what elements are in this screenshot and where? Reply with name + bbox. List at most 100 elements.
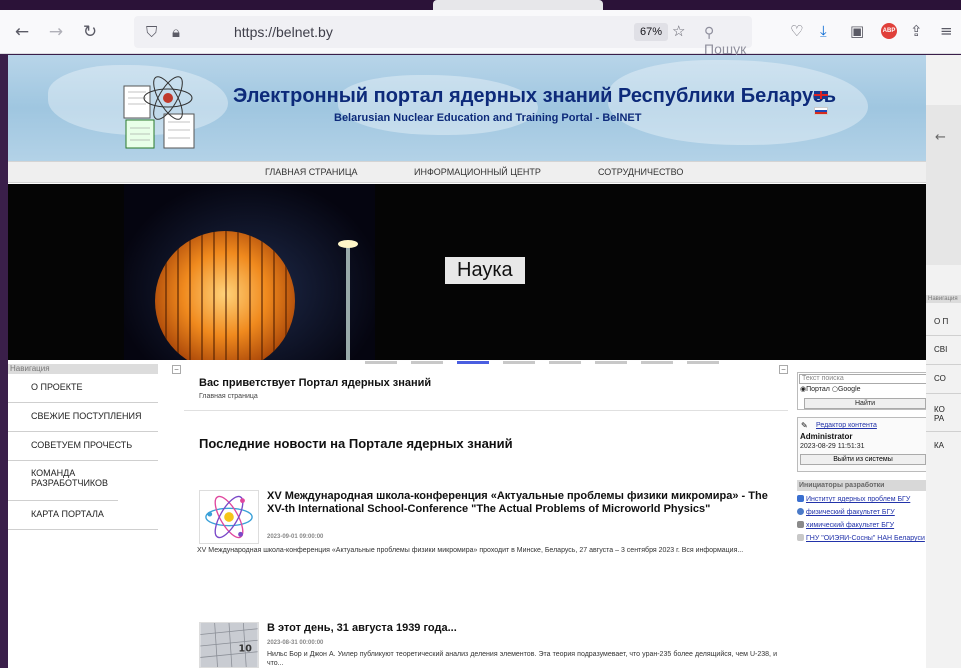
browser-tab[interactable] bbox=[433, 0, 603, 10]
news-title[interactable]: XV Международная школа-конференция «Акту… bbox=[267, 490, 777, 516]
slider-dot[interactable] bbox=[365, 361, 397, 364]
user-panel: ✎ Редактор контента Administrator 2023-0… bbox=[797, 417, 926, 472]
left-nav-heading: Навигация bbox=[8, 364, 158, 374]
login-timestamp: 2023-08-29 11:51:31 bbox=[800, 443, 865, 450]
slider-dot[interactable] bbox=[411, 361, 443, 364]
lamp-post-shape bbox=[346, 244, 350, 360]
secondary-nav-item[interactable]: СВІ bbox=[934, 345, 947, 354]
menu-item-cooperation[interactable]: СОТРУДНИЧЕСТВО bbox=[598, 167, 683, 177]
secondary-window-header bbox=[926, 105, 961, 265]
divider bbox=[926, 393, 961, 394]
divider bbox=[926, 364, 961, 365]
browser-toolbar: ← → ↻ ⛉ 🔒︎ https://belnet.by 67% ☆ ⚲ Пош… bbox=[0, 10, 961, 57]
share-icon[interactable]: ⇪ bbox=[910, 22, 923, 40]
lamp-light-shape bbox=[338, 240, 358, 248]
news-section-heading: Последние новости на Портале ядерных зна… bbox=[199, 436, 513, 451]
initiator-link[interactable]: химический факультет БГУ bbox=[797, 521, 894, 529]
news-excerpt: Нильс Бор и Джон А. Уилер публикуют теор… bbox=[267, 651, 777, 667]
divider bbox=[926, 431, 961, 432]
chemistry-icon bbox=[797, 521, 804, 528]
search-field[interactable]: ⚲ Пошук bbox=[704, 24, 752, 57]
slider-dots bbox=[365, 351, 733, 369]
secondary-nav-item[interactable]: РА bbox=[934, 414, 944, 423]
search-button[interactable]: Найти bbox=[804, 398, 926, 409]
menu-icon[interactable]: ≡ bbox=[940, 22, 953, 40]
site-header: Электронный портал ядерных знаний Респуб… bbox=[8, 55, 926, 161]
menu-item-info-center[interactable]: ИНФОРМАЦИОННЫЙ ЦЕНТР bbox=[414, 167, 541, 177]
download-icon[interactable]: ⤓ bbox=[820, 22, 827, 40]
sidebar-item-new-arrivals[interactable]: СВЕЖИЕ ПОСТУПЛЕНИЯ bbox=[8, 403, 158, 432]
address-bar[interactable]: ⛉ 🔒︎ https://belnet.by 67% ☆ ⚲ Пошук bbox=[134, 16, 752, 57]
slide-photo-globe bbox=[124, 184, 375, 360]
initiator-link-label: физический факультет БГУ bbox=[806, 509, 895, 516]
institute-icon bbox=[797, 495, 804, 502]
site-subtitle: Belarusian Nuclear Education and Trainin… bbox=[334, 112, 642, 124]
english-flag-icon[interactable] bbox=[814, 91, 828, 99]
menu-item-home[interactable]: ГЛАВНАЯ СТРАНИЦА bbox=[265, 167, 358, 177]
russian-flag-icon[interactable] bbox=[814, 107, 828, 115]
sidebar-item-about[interactable]: О ПРОЕКТЕ bbox=[8, 374, 158, 403]
faculty-icon bbox=[797, 508, 804, 515]
forward-arrow-icon[interactable]: → bbox=[46, 22, 66, 42]
secondary-nav-item[interactable]: КО bbox=[934, 405, 945, 414]
extension-icon[interactable]: ▣ bbox=[850, 22, 864, 40]
slider-dot[interactable] bbox=[503, 361, 535, 364]
slide-caption: Наука bbox=[445, 257, 525, 284]
main-menu: ГЛАВНАЯ СТРАНИЦА ИНФОРМАЦИОННЫЙ ЦЕНТР СО… bbox=[8, 161, 926, 183]
divider bbox=[184, 410, 788, 411]
slider-dot[interactable] bbox=[549, 361, 581, 364]
adblock-icon[interactable]: ABP bbox=[881, 23, 897, 39]
slider-dot[interactable] bbox=[595, 361, 627, 364]
slider-dot-active[interactable] bbox=[457, 361, 489, 364]
editor-icon: ✎ bbox=[801, 421, 808, 430]
slider-dot[interactable] bbox=[641, 361, 673, 364]
collapse-right-button[interactable]: − bbox=[779, 365, 788, 374]
initiator-link[interactable]: физический факультет БГУ bbox=[797, 508, 895, 516]
atom-logo-icon[interactable] bbox=[120, 72, 202, 152]
zoom-level-badge[interactable]: 67% bbox=[634, 23, 669, 41]
initiator-link-label: ГНУ "ОИЭЯИ-Сосны" НАН Беларуси bbox=[806, 535, 925, 542]
slider-dot[interactable] bbox=[687, 361, 719, 364]
logout-button[interactable]: Выйти из системы bbox=[800, 454, 926, 465]
back-arrow-icon[interactable]: ← bbox=[12, 22, 32, 42]
tab-strip bbox=[0, 0, 961, 10]
url-text[interactable]: https://belnet.by bbox=[234, 24, 333, 40]
bookmark-star-icon[interactable]: ☆ bbox=[672, 22, 685, 40]
secondary-nav-heading: Навигация bbox=[926, 295, 961, 303]
search-panel: Текст поиска ◉Портал ○Google Найти bbox=[797, 372, 926, 410]
news-date: 2023-08-31 00:00:00 bbox=[267, 640, 324, 646]
sidebar-item-site-map[interactable]: КАРТА ПОРТАЛА bbox=[8, 501, 158, 530]
atom-thumbnail-icon[interactable] bbox=[199, 490, 259, 544]
initiator-link-label: химический факультет БГУ bbox=[806, 522, 895, 529]
secondary-nav-item[interactable]: СО bbox=[934, 374, 946, 383]
radio-portal-label: Портал bbox=[806, 386, 830, 393]
back-arrow-icon[interactable]: ← bbox=[935, 130, 946, 145]
welcome-heading: Вас приветствует Портал ядерных знаний bbox=[199, 377, 432, 389]
calendar-thumbnail-icon[interactable]: 10 bbox=[199, 622, 259, 668]
svg-text:10: 10 bbox=[239, 644, 253, 655]
shield-icon[interactable]: ⛉ bbox=[146, 23, 157, 41]
pocket-icon[interactable]: ♡ bbox=[790, 22, 803, 40]
lock-icon[interactable]: 🔒︎ bbox=[172, 23, 180, 41]
sidebar-item-dev-team[interactable]: КОМАНДА РАЗРАБОТЧИКОВ bbox=[8, 461, 118, 501]
content-editor-link[interactable]: Редактор контента bbox=[816, 422, 877, 429]
initiators-heading: Инициаторы разработки bbox=[797, 480, 926, 491]
sidebar-item-recommended[interactable]: СОВЕТУЕМ ПРОЧЕСТЬ bbox=[8, 432, 158, 461]
news-title[interactable]: В этот день, 31 августа 1939 года... bbox=[267, 622, 777, 635]
secondary-nav-item[interactable]: О П bbox=[934, 317, 948, 326]
secondary-nav-item[interactable]: КА bbox=[934, 441, 944, 450]
breadcrumb[interactable]: Главная страница bbox=[199, 393, 258, 400]
initiator-link-label: Институт ядерных проблем БГУ bbox=[806, 496, 911, 503]
news-date: 2023-09-01 09:00:00 bbox=[267, 534, 324, 540]
initiator-link[interactable]: Институт ядерных проблем БГУ bbox=[797, 495, 910, 503]
news-excerpt: XV Международная школа-конференция «Акту… bbox=[197, 547, 744, 554]
site-title: Электронный портал ядерных знаний Респуб… bbox=[233, 85, 837, 107]
collapse-left-button[interactable]: − bbox=[172, 365, 181, 374]
initiator-link[interactable]: ГНУ "ОИЭЯИ-Сосны" НАН Беларуси bbox=[797, 534, 925, 542]
image-slider[interactable]: Наука bbox=[8, 184, 926, 364]
site-search-input[interactable]: Текст поиска bbox=[799, 374, 926, 384]
reload-icon[interactable]: ↻ bbox=[80, 22, 100, 42]
secondary-window: ← Навигация О П СВІ СО КО РА КА bbox=[926, 55, 961, 668]
divider bbox=[926, 335, 961, 336]
sosny-icon bbox=[797, 534, 804, 541]
